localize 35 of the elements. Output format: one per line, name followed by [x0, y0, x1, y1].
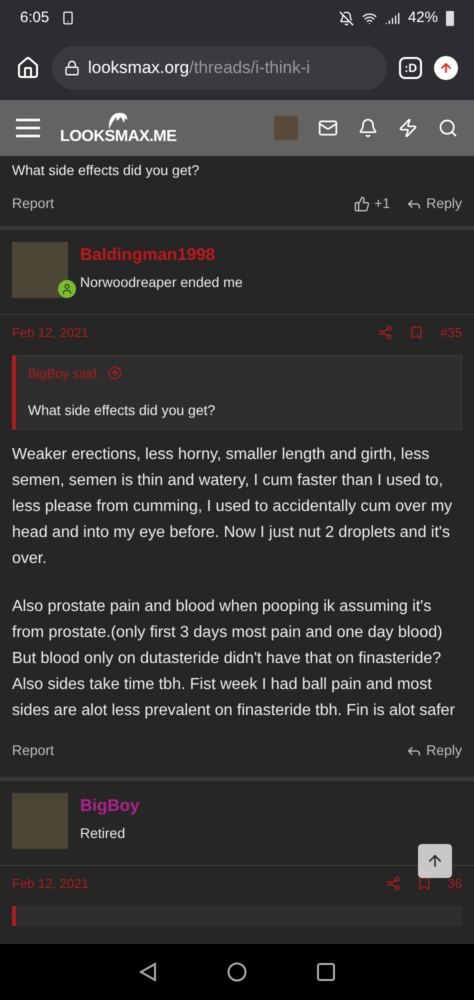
download-icon [61, 11, 76, 25]
address-bar[interactable]: looksmax.org/threads/i-think-i [52, 46, 388, 90]
back-icon[interactable] [139, 962, 157, 982]
reply-button[interactable]: Reply [406, 193, 462, 214]
thumbs-up-icon [354, 196, 370, 212]
menu-icon[interactable] [16, 118, 40, 138]
quote-text: What side effects did you get? [11, 161, 200, 180]
hair-logo-icon[interactable] [107, 111, 130, 129]
report-link[interactable]: Report [12, 193, 54, 214]
bell-icon[interactable] [358, 118, 378, 138]
lightning-icon[interactable] [398, 118, 418, 138]
muted-bell-icon [338, 10, 354, 26]
user-title: Retired [80, 824, 126, 842]
search-icon[interactable] [438, 118, 458, 138]
home-circle-icon[interactable] [227, 962, 247, 982]
battery-icon [446, 10, 454, 26]
report-link[interactable]: Report [12, 740, 54, 761]
home-icon[interactable] [16, 56, 40, 80]
battery-percent: 42% [408, 8, 438, 28]
bookmark-icon[interactable] [416, 876, 432, 892]
reply-button[interactable]: Reply [406, 740, 462, 761]
mail-icon[interactable] [318, 118, 338, 138]
post-paragraph: Also prostate pain and blood when pooping ik assuming it's from prostate.(only first 3 days most pain and one day blood) But blood only on dutasteride didn't have that on finasteride? Also sides take time tbh. Fist week I had ball pain and most sides are alot less prevalent on finasteride tbh. Fin is alot safer [12, 597, 456, 721]
scroll-to-top-button[interactable] [418, 844, 452, 878]
quote-text: What side effects did you get? [27, 401, 216, 420]
post-paragraph: Weaker erections, less horny, smaller length and girth, less semen, semen is thin and watery, I cum faster than I used to, less please from cumming, I used to accidentally cum over my head and into my eye before. Now I just nut 2 droplets and it's over. [12, 445, 454, 569]
signal-icon [384, 10, 400, 26]
site-logo[interactable]: LOOKSMAX.ME [60, 129, 176, 145]
avatar-photo-placeholder[interactable] [12, 242, 68, 298]
clock-time: 6:05 [20, 8, 50, 28]
user-title: Norwoodreaper ended me [80, 272, 243, 292]
recents-square-icon[interactable] [317, 963, 335, 981]
like-button[interactable]: +1 [354, 193, 390, 214]
wifi-icon [362, 10, 377, 26]
tab-switcher-button[interactable]: :D [399, 57, 422, 79]
